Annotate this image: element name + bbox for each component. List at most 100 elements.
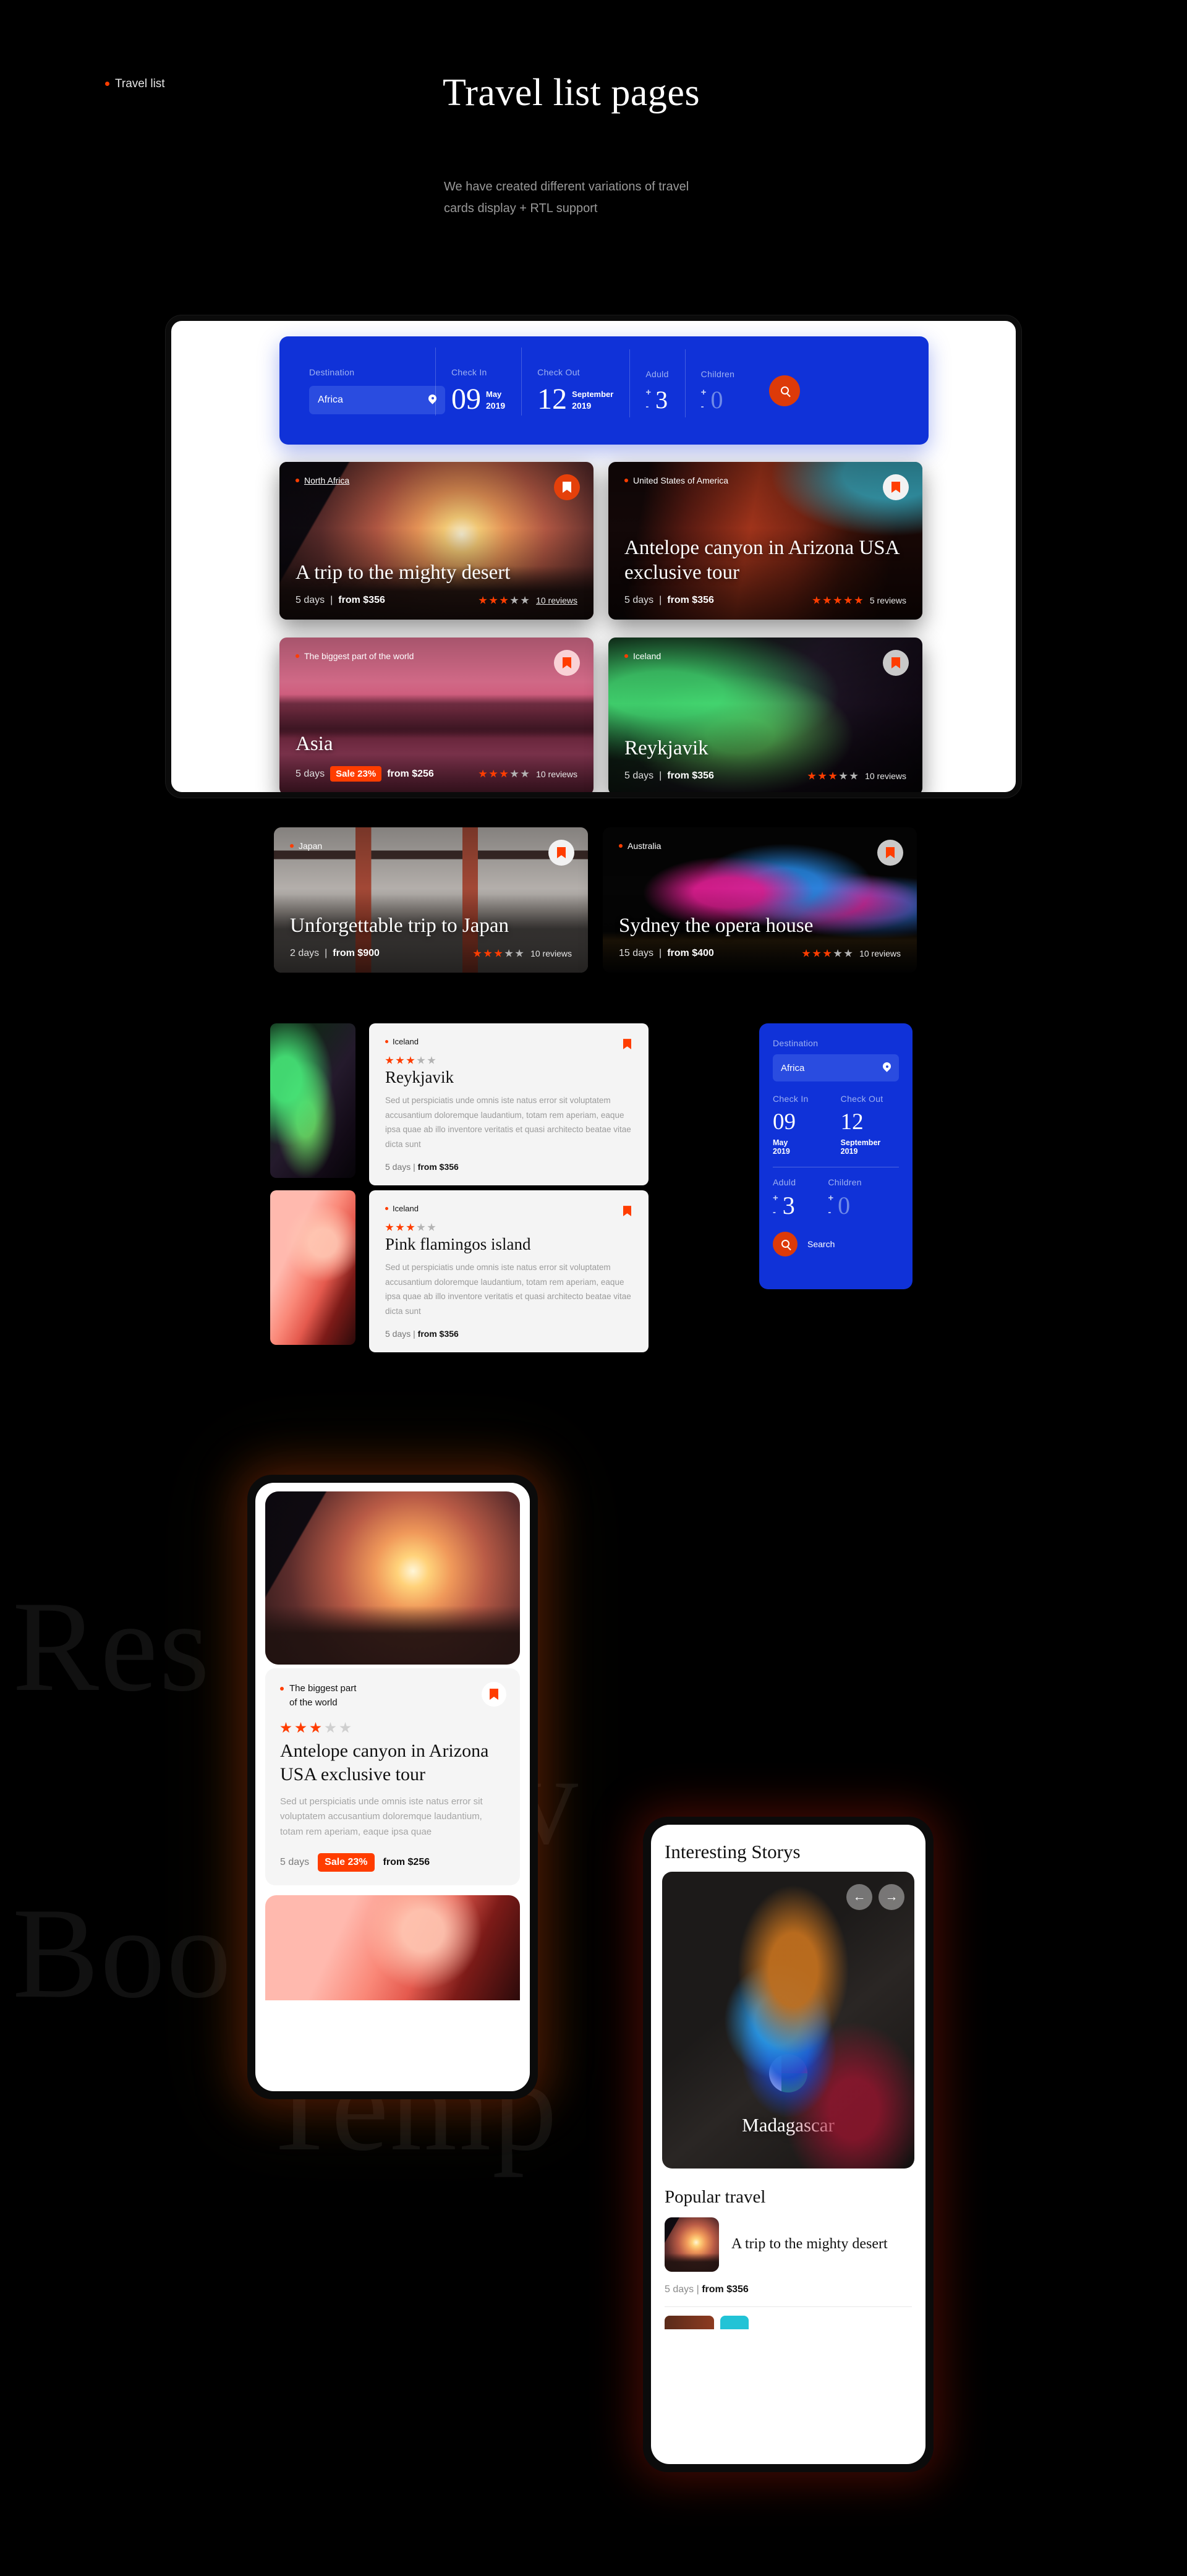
card-price: from $356 (667, 595, 714, 605)
children-field[interactable]: Children + - 0 (684, 349, 751, 417)
tag-dot-icon (385, 1207, 388, 1210)
children-decrement-button[interactable]: - (701, 402, 707, 411)
bookmark-icon[interactable] (554, 650, 580, 676)
list-card-days: 5 days | (385, 1328, 415, 1339)
search-bar[interactable]: Destination Africa Check In 09 May 2019 … (279, 336, 929, 445)
phone1-next-image (265, 1895, 520, 2000)
card-meta: 5 days | from $356 (296, 595, 385, 606)
adult-stepper[interactable]: + - 3 (645, 387, 668, 412)
card-title: A trip to the mighty desert (296, 561, 511, 584)
bookmark-icon[interactable] (619, 1036, 635, 1052)
card-days: 5 days (624, 595, 654, 605)
card-location-label: United States of America (633, 476, 729, 485)
rating-stars (479, 596, 529, 605)
page-subtitle-line2: cards display + RTL support (444, 202, 598, 215)
tag-dot-icon (290, 844, 294, 848)
page-eyebrow: Travel list (105, 77, 165, 91)
checkout-field[interactable]: Check Out 12 September 2019 (521, 348, 629, 416)
popular-price: from $356 (702, 2284, 749, 2295)
list-card-tag: Iceland (385, 1037, 632, 1046)
sw-children-decrement-button[interactable]: - (828, 1208, 833, 1217)
travel-list-card[interactable]: Iceland Pink flamingos island Sed ut persp… (270, 1190, 649, 1352)
card-days: 2 days (290, 948, 320, 958)
arrow-right-icon[interactable]: → (879, 1884, 904, 1910)
list-card-tag: Iceland (385, 1204, 632, 1213)
travel-card[interactable]: United States of America Antelope canyon … (608, 462, 922, 620)
sw-search-button[interactable]: Search (773, 1231, 899, 1256)
travel-card[interactable]: The biggest part of the world Asia 5 days S… (279, 638, 594, 792)
sw-children-stepper[interactable]: + - 0 (828, 1193, 862, 1218)
bookmark-icon[interactable] (554, 474, 580, 500)
bookmark-icon[interactable] (883, 474, 909, 500)
popular-travel-row[interactable]: A trip to the mighty desert (651, 2217, 925, 2272)
rating-stars (802, 949, 853, 958)
card-title: Unforgettable trip to Japan (290, 914, 509, 937)
phone1-tag-line1: The biggest part (289, 1683, 357, 1694)
card-location-label: Australia (628, 841, 662, 851)
popular-item-footer: 5 days | from $356 (651, 2272, 925, 2295)
adult-field[interactable]: Aduld + - 3 (629, 349, 684, 417)
travel-card[interactable]: Japan Unforgettable trip to Japan 2 days | f… (274, 827, 588, 973)
card-location-tag: Australia (619, 841, 901, 851)
children-increment-button[interactable]: + (701, 388, 707, 397)
bookmark-icon[interactable] (883, 650, 909, 676)
watermark-line-4: Temp (260, 2034, 559, 2178)
sw-search-icon-button[interactable] (773, 1231, 798, 1256)
search-icon (780, 386, 789, 395)
phone1-hero-image (265, 1491, 520, 1665)
bookmark-icon[interactable] (482, 1682, 506, 1707)
children-stepper[interactable]: + - 0 (701, 385, 735, 414)
list-card-description: Sed ut perspiciatis unde omnis iste natu… (385, 1263, 631, 1316)
sw-checkout-field[interactable]: Check Out 12 September 2019 (841, 1094, 883, 1156)
phone1-card-description: Sed ut perspiciatis unde omnis iste natu… (280, 1796, 483, 1837)
watermark-line-2: Trav (12, 1724, 1187, 1877)
phone-mockup-list: The biggest part of the world Antelope c… (247, 1475, 538, 2099)
travel-list-card[interactable]: Iceland Reykjavik Sed ut perspiciatis unde… (270, 1023, 649, 1185)
checkin-label: Check In (451, 367, 487, 378)
sw-destination-input[interactable]: Africa (773, 1054, 899, 1081)
sw-adult-increment-button[interactable]: + (773, 1193, 778, 1203)
sw-checkin-field[interactable]: Check In 09 May 2019 (773, 1094, 809, 1156)
travel-card[interactable]: Iceland Reykjavik 5 days | from $356 10 revie… (608, 638, 922, 792)
sw-children-increment-button[interactable]: + (828, 1193, 833, 1203)
sw-children-label: Children (828, 1177, 862, 1187)
destination-input[interactable]: Africa (309, 385, 445, 414)
adult-label: Aduld (645, 369, 669, 379)
eyebrow-dot-icon (105, 82, 109, 87)
search-submit-button[interactable] (769, 375, 801, 406)
search-icon (781, 1240, 789, 1248)
arrow-left-icon[interactable]: ← (846, 1884, 872, 1910)
sw-adult-decrement-button[interactable]: - (773, 1208, 778, 1217)
children-value: 0 (710, 385, 723, 414)
meta-separator: | (325, 948, 328, 958)
page-subtitle-line1: We have created different variations of … (444, 180, 689, 194)
popular-thumbnail (665, 2217, 719, 2272)
sw-search-label: Search (807, 1239, 835, 1249)
sidebar-search-widget[interactable]: Destination Africa Check In 09 May 2019 … (759, 1023, 913, 1289)
bookmark-icon[interactable] (619, 1203, 635, 1219)
sw-adult-stepper[interactable]: + - 3 (773, 1193, 796, 1218)
bookmark-icon[interactable] (548, 840, 574, 866)
travel-card[interactable]: North Africa A trip to the mighty desert 5… (279, 462, 594, 620)
checkin-year: 2019 (486, 401, 506, 411)
card-title: Sydney the opera house (619, 914, 814, 937)
travel-card[interactable]: Australia Sydney the opera house 15 days | f… (603, 827, 917, 973)
destination-field[interactable]: Destination Africa (293, 367, 445, 414)
adult-decrement-button[interactable]: - (645, 402, 651, 411)
phone1-sale-badge: Sale 23% (318, 1853, 375, 1872)
story-card[interactable]: ← → Madagascar (662, 1872, 914, 2169)
checkout-day: 12 (537, 383, 568, 416)
sw-adult-field[interactable]: Aduld + - 3 (773, 1177, 796, 1218)
sw-children-field[interactable]: Children + - 0 (828, 1177, 862, 1218)
list-card-price: from $356 (417, 1161, 459, 1172)
list-card-description: Sed ut perspiciatis unde omnis iste natu… (385, 1096, 631, 1149)
list-card-image (270, 1023, 355, 1178)
phone1-travel-card[interactable]: The biggest part of the world Antelope c… (265, 1668, 520, 1885)
phone1-card-tag: The biggest part of the world (280, 1682, 505, 1710)
adult-increment-button[interactable]: + (645, 388, 651, 397)
checkin-field[interactable]: Check In 09 May 2019 (435, 348, 521, 416)
meta-separator: | (659, 770, 662, 781)
checkin-day: 09 (451, 383, 481, 416)
bookmark-icon[interactable] (877, 840, 903, 866)
rating-stars (812, 596, 863, 605)
